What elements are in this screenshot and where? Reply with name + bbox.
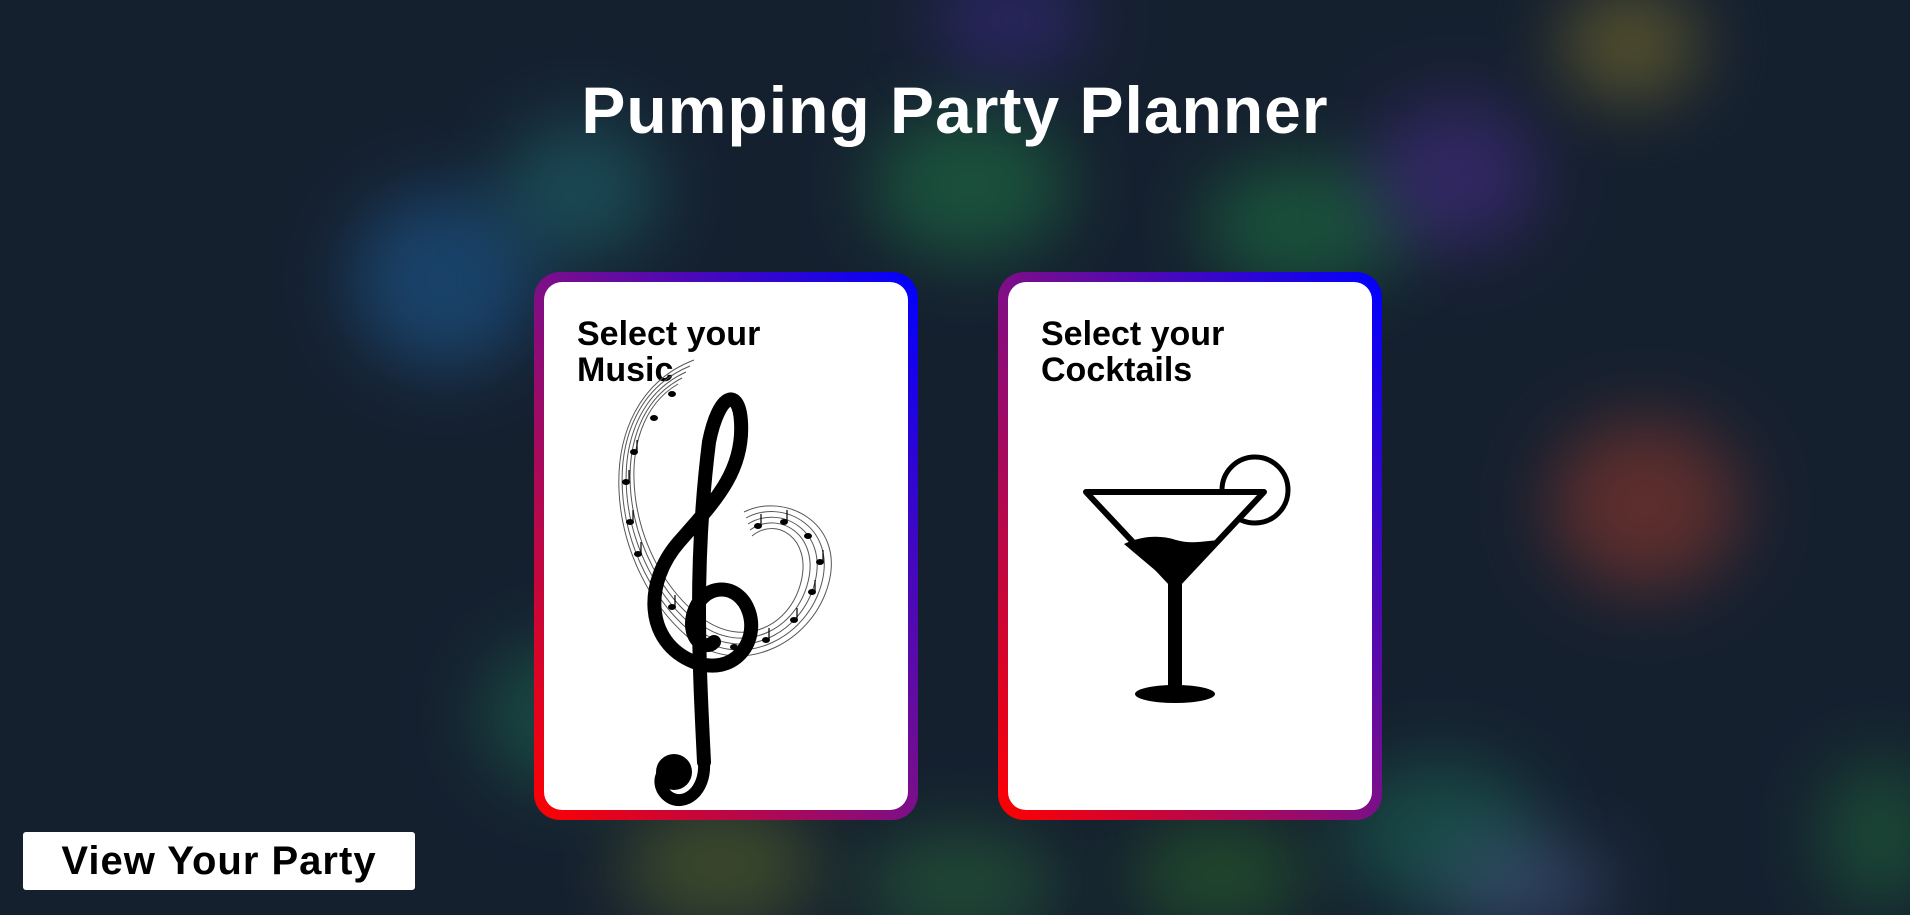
page-title: Pumping Party Planner [581,73,1329,147]
cocktails-card[interactable]: Select your Cocktails [998,272,1382,820]
music-card-body: Select your Music [544,282,908,810]
cocktail-glass-icon [1083,454,1291,703]
music-card[interactable]: Select your Music [534,272,918,820]
treble-clef-icon [618,359,832,807]
cocktails-card-body: Select your Cocktails [1008,282,1372,810]
view-your-party-button[interactable]: View Your Party [23,832,415,890]
